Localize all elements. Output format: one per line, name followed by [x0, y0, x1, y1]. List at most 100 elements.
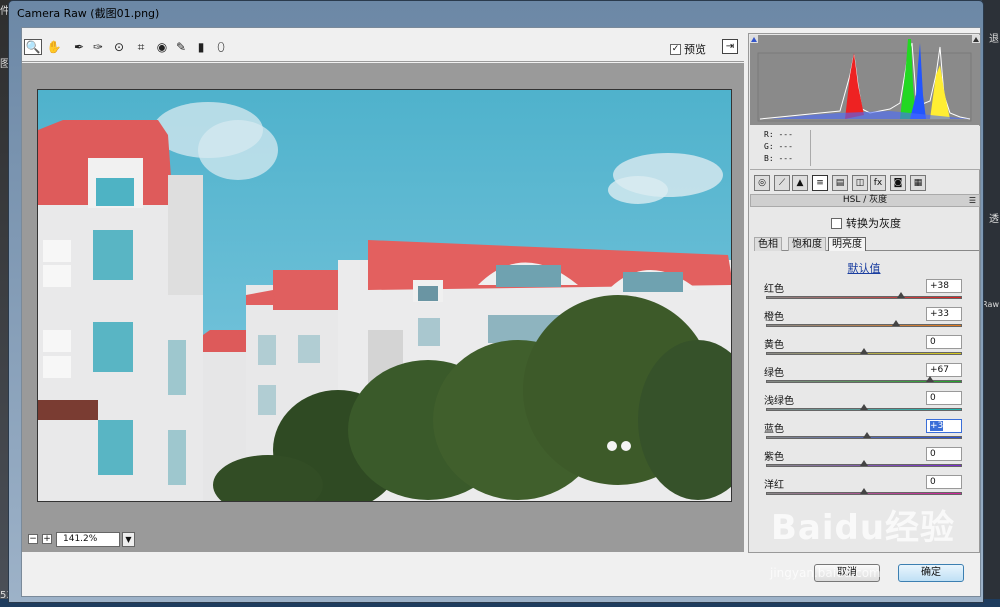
slider-label: 绿色 [764, 368, 784, 379]
slider-thumb[interactable] [860, 348, 868, 354]
graduated-filter-icon[interactable]: ▮ [192, 39, 210, 55]
window-title: Camera Raw (截图01.png) [17, 7, 160, 20]
background-text: 透 [989, 214, 999, 225]
panel-title-text: HSL / 灰度 [842, 195, 888, 205]
r-value: --- [778, 130, 793, 139]
slider-value-text: +38 [930, 281, 949, 291]
effects-tab-icon[interactable]: fx [870, 175, 886, 191]
r-label: R: [764, 130, 774, 139]
divider [810, 130, 811, 166]
slider-value-text: +3 [930, 421, 944, 431]
background-app-right: 退 Raw 透 [982, 0, 1000, 607]
slider-track[interactable] [766, 324, 962, 327]
histogram [750, 35, 980, 125]
photo-preview[interactable] [37, 89, 732, 502]
slider-value-text: +33 [930, 309, 949, 319]
slider-thumb[interactable] [925, 376, 934, 382]
slider-thumb[interactable] [860, 460, 868, 466]
slider-row: 浅绿色 0 [763, 391, 975, 417]
fullscreen-icon[interactable]: ⇥ [722, 39, 738, 54]
ok-button[interactable]: 确定 [898, 564, 964, 582]
slider-label: 橙色 [764, 312, 784, 323]
convert-grayscale-label: 转换为灰度 [846, 217, 901, 230]
slider-thumb[interactable] [897, 292, 906, 298]
slider-value-field[interactable]: +38 [926, 279, 962, 293]
rgb-readout: R: --- G: --- B: --- [750, 126, 980, 170]
histogram-graph [750, 35, 980, 122]
camera-calibration-tab-icon[interactable]: ◙ [890, 175, 906, 191]
slider-label: 黄色 [764, 340, 784, 351]
crop-icon[interactable]: ⌗ [132, 39, 150, 55]
split-toning-tab-icon[interactable]: ▤ [832, 175, 848, 191]
zoom-level-field[interactable]: 141.2% [56, 532, 120, 547]
red-eye-icon[interactable]: ◉ [153, 39, 171, 55]
slider-value-field[interactable]: 0 [926, 447, 962, 461]
hsl-subtabs: 色相 饱和度 明亮度 [754, 237, 979, 251]
preview-label: 预览 [684, 43, 706, 56]
default-link[interactable]: 默认值 [749, 260, 979, 276]
slider-track[interactable] [766, 296, 962, 299]
brush-icon[interactable]: ✎ [172, 39, 190, 55]
panel-menu-icon[interactable]: ☰ [969, 195, 976, 206]
slider-value-text: +67 [930, 365, 949, 375]
watermark-url: jingyan.baidu.com [770, 566, 881, 580]
convert-grayscale-checkbox[interactable]: 转换为灰度 [831, 215, 901, 231]
background-text: Raw [982, 300, 999, 309]
adjustments-pane: R: --- G: --- B: --- ◎ ⟋ ▲ ≡ ▤ ◫ fx ◙ ▦ … [748, 33, 980, 553]
radial-icon[interactable]: ⬯ [212, 39, 230, 55]
slider-thumb[interactable] [892, 320, 901, 326]
slider-row: 紫色 0 [763, 447, 975, 473]
background-text: 退 [989, 34, 999, 45]
detail-tab-icon[interactable]: ▲ [792, 175, 808, 191]
slider-row: 绿色 +67 [763, 363, 975, 389]
slider-thumb[interactable] [860, 404, 868, 410]
watermark-text: Baidu经验 [771, 508, 956, 548]
chevron-down-icon[interactable]: ▼ [122, 532, 135, 547]
title-bar[interactable]: Camera Raw (截图01.png) [9, 1, 983, 23]
white-balance-icon[interactable]: ✒ [70, 39, 88, 55]
slider-row: 蓝色 +3 [763, 419, 975, 445]
b-value: --- [778, 154, 793, 163]
checkbox-icon [831, 217, 842, 229]
basic-tab-icon[interactable]: ◎ [754, 175, 770, 191]
slider-label: 红色 [764, 284, 784, 295]
zoom-bar: − + 141.2% ▼ [22, 528, 744, 552]
tab-hue[interactable]: 色相 [754, 237, 782, 251]
slider-row: 红色 +38 [763, 279, 975, 305]
slider-label: 浅绿色 [764, 396, 794, 407]
slider-value-field[interactable]: +67 [926, 363, 962, 377]
slider-value-field[interactable]: 0 [926, 475, 962, 489]
tab-luminance[interactable]: 明亮度 [828, 237, 866, 251]
color-sampler-icon[interactable]: ✑ [89, 39, 107, 55]
slider-value-field[interactable]: +33 [926, 307, 962, 321]
tone-curve-tab-icon[interactable]: ⟋ [774, 175, 790, 191]
slider-value-field[interactable]: 0 [926, 335, 962, 349]
lens-corrections-tab-icon[interactable]: ◫ [852, 175, 868, 191]
target-adjust-icon[interactable]: ⊙ [110, 39, 128, 55]
tab-saturation[interactable]: 饱和度 [788, 237, 826, 251]
slider-value-text: 0 [930, 477, 936, 487]
slider-label: 紫色 [764, 452, 784, 463]
zoom-icon[interactable]: 🔍 [24, 39, 42, 55]
toolbar: 🔍 ✋ ✒ ✑ ⊙ ⌗ ◉ ✎ ▮ ⬯ ✓ 预览 ⇥ [22, 28, 744, 62]
panel-tabs: ◎ ⟋ ▲ ≡ ▤ ◫ fx ◙ ▦ [750, 174, 980, 194]
b-label: B: [764, 154, 774, 163]
slider-thumb[interactable] [862, 432, 871, 438]
slider-row: 洋红 0 [763, 475, 975, 501]
slider-thumb[interactable] [860, 488, 868, 494]
slider-value-field[interactable]: +3 [926, 419, 962, 433]
check-icon: ✓ [670, 43, 681, 55]
preview-checkbox[interactable]: ✓ 预览 [670, 41, 706, 57]
hand-icon[interactable]: ✋ [45, 39, 63, 55]
g-label: G: [764, 142, 774, 151]
slider-label: 洋红 [764, 480, 784, 491]
photo-image [38, 102, 731, 501]
slider-value-text: 0 [930, 449, 936, 459]
zoom-in-button[interactable]: + [42, 534, 52, 544]
slider-label: 蓝色 [764, 424, 784, 435]
slider-value-field[interactable]: 0 [926, 391, 962, 405]
presets-tab-icon[interactable]: ▦ [910, 175, 926, 191]
zoom-out-button[interactable]: − [28, 534, 38, 544]
slider-row: 橙色 +33 [763, 307, 975, 333]
hsl-tab-icon[interactable]: ≡ [812, 175, 828, 191]
